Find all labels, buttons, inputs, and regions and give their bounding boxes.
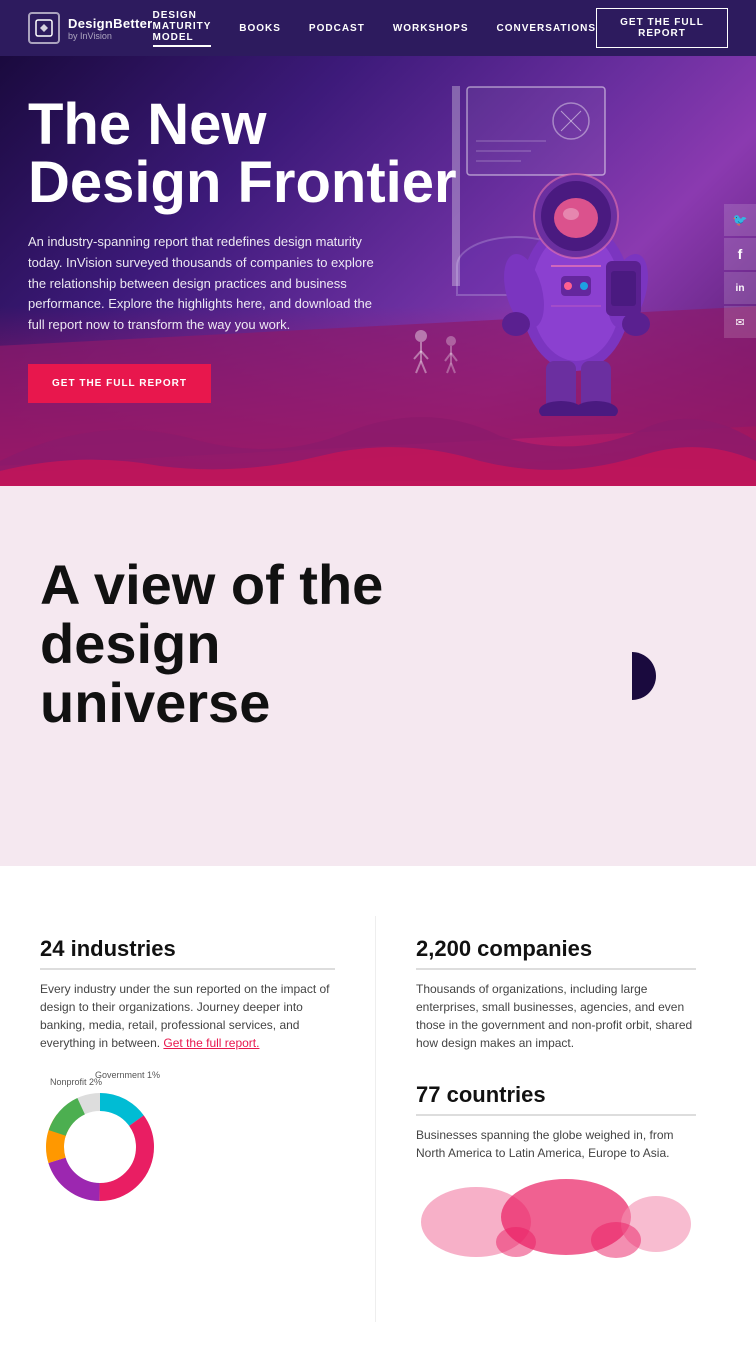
stat-divider2 [416,968,696,970]
nav-link-workshops[interactable]: WORKSHOPS [393,23,469,34]
nav-link-podcast[interactable]: PODCAST [309,23,365,34]
hero-title: The New Design Frontier [28,96,508,212]
stat-countries-desc: Businesses spanning the globe weighed in… [416,1126,696,1162]
stat-industries: 24 industries Every industry under the s… [40,916,376,1322]
section2-title-line1: A view of the [40,553,383,616]
stats-grid: 24 industries Every industry under the s… [40,916,716,1322]
social-icon-facebook[interactable]: f [724,238,756,270]
nav-cta-button[interactable]: GET THE FULL REPORT [596,8,728,48]
logo[interactable]: DesignBetter by InVision [28,12,153,44]
logo-main: DesignBetter [68,16,153,31]
stat-countries-title: 77 countries [416,1082,696,1108]
nav-link-design-maturity[interactable]: DESIGN MATURITY MODEL [153,10,212,47]
gov-label: Government 1% [95,1070,160,1080]
hero-cta-button[interactable]: GET THE FULL REPORT [28,364,211,403]
stat-divider3 [416,1114,696,1116]
stat-companies-title: 2,200 companies [416,936,696,962]
hero-title-line1: The New [28,92,267,157]
stat-industries-link[interactable]: Get the full report. [163,1036,259,1050]
social-icon-linkedin[interactable]: in [724,272,756,304]
social-icon-twitter[interactable]: 🐦 [724,204,756,236]
social-icons: 🐦 f in ✉ [724,204,756,338]
stat-industries-desc: Every industry under the sun reported on… [40,980,335,1052]
logo-icon [28,12,60,44]
section2-title: A view of the design universe [40,556,390,732]
section2-title-line3: universe [40,671,270,734]
donut-chart-area: Nonprofit 2% Government 1% [40,1072,335,1212]
nav-links: DESIGN MATURITY MODEL BOOKS PODCAST WORK… [153,10,596,47]
stat-right-col: 2,200 companies Thousands of organizatio… [376,916,716,1322]
stat-divider1 [40,968,335,970]
hero-content: The New Design Frontier An industry-span… [28,96,728,403]
logo-text: DesignBetter by InVision [68,16,153,41]
navigation: DesignBetter by InVision DESIGN MATURITY… [0,0,756,56]
hero-description: An industry-spanning report that redefin… [28,232,388,336]
section2: A view of the design universe [0,486,756,866]
stat-industries-title: 24 industries [40,936,335,962]
nav-link-books[interactable]: BOOKS [239,23,281,34]
stat-companies-desc: Thousands of organizations, including la… [416,980,696,1052]
logo-sub: by InVision [68,31,153,41]
world-map-svg [416,1172,696,1272]
nav-link-conversations[interactable]: CONVERSATIONS [497,23,597,34]
section2-title-line2: design [40,612,220,675]
hero-title-line2: Design Frontier [28,150,457,215]
hero-section: 🐦 f in ✉ The New Design Frontier An indu… [0,56,756,486]
stat-countries-block: 77 countries Businesses spanning the glo… [416,1082,696,1292]
donut-svg [40,1087,160,1207]
stats-section: 24 industries Every industry under the s… [0,866,756,1352]
social-icon-link[interactable]: ✉ [724,306,756,338]
world-map [416,1172,696,1292]
half-circle-decoration [632,652,656,700]
